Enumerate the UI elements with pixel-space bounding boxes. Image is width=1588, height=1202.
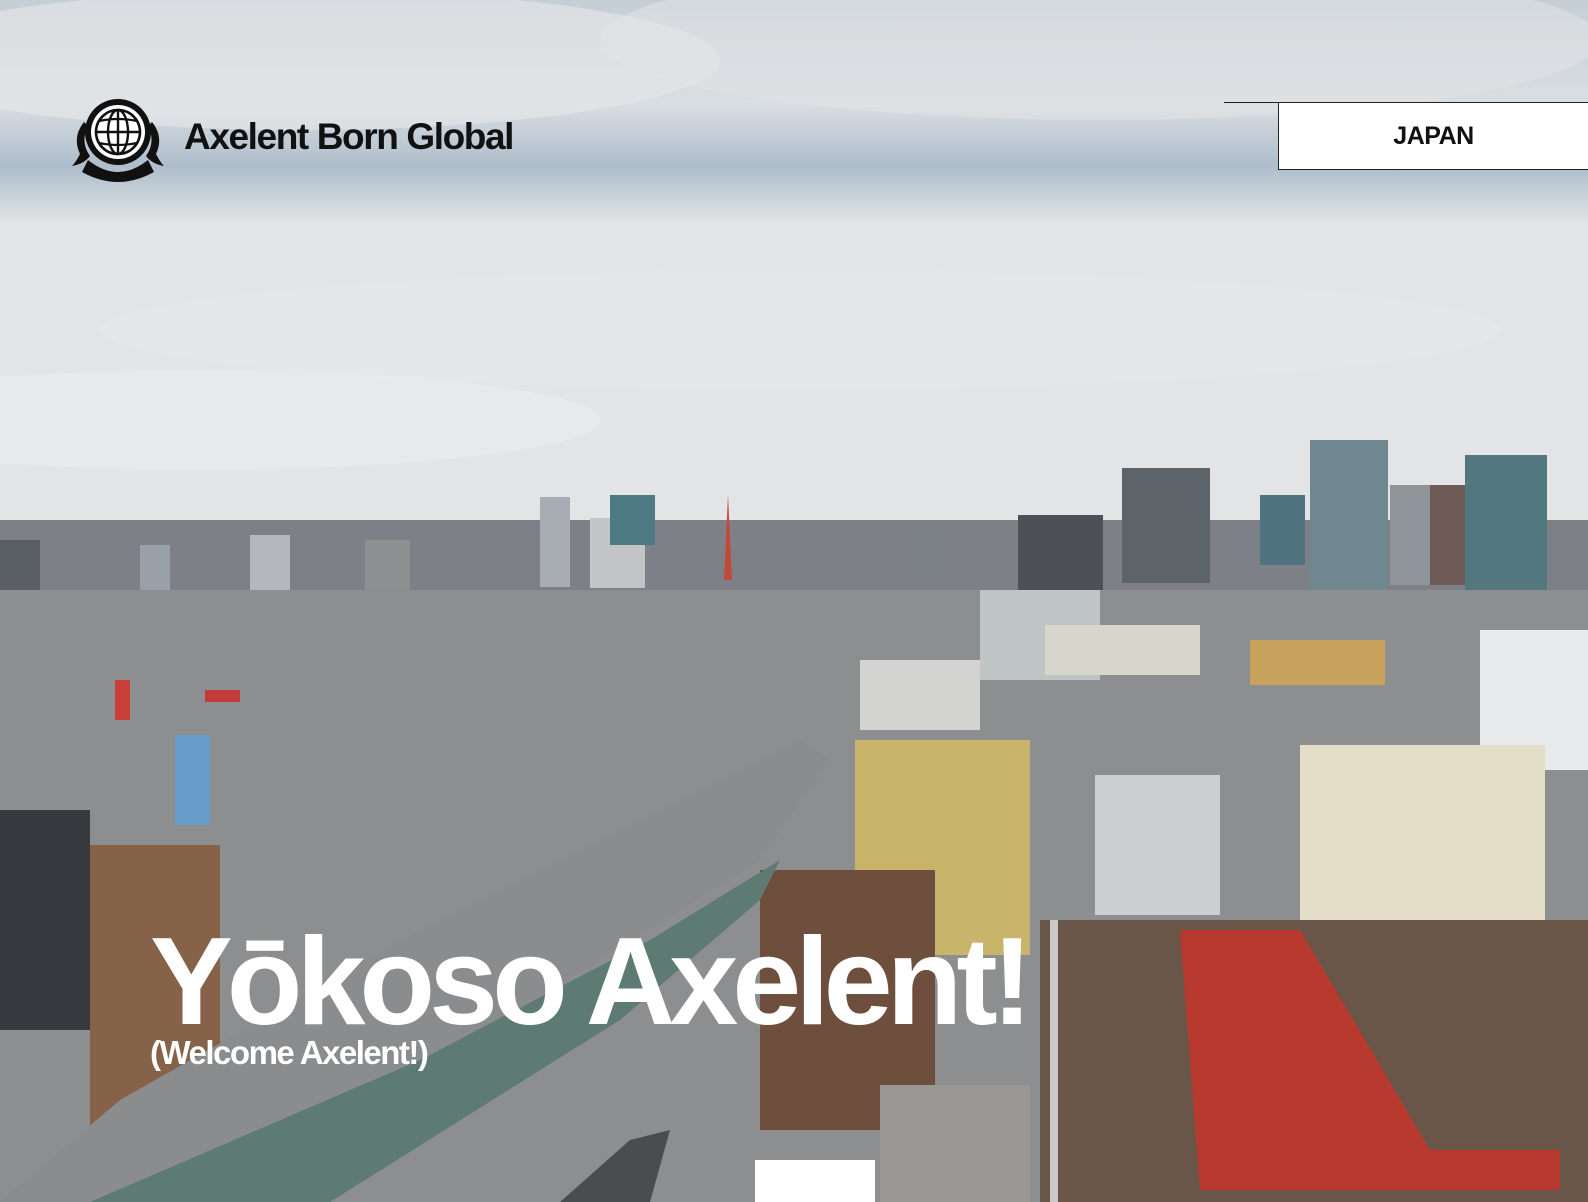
country-tab[interactable]: JAPAN [1278, 102, 1588, 170]
brand-logo[interactable]: Axelent Born Global [70, 92, 514, 182]
page: Axelent Born Global JAPAN Yōkoso Axelent… [0, 0, 1588, 1202]
hero-subheadline: (Welcome Axelent!) [150, 1034, 429, 1071]
globe-emblem-icon [72, 99, 164, 182]
country-label: JAPAN [1393, 121, 1474, 150]
brand-name: Axelent Born Global [184, 116, 514, 157]
hero-headline: Yōkoso Axelent! [150, 913, 1033, 1051]
